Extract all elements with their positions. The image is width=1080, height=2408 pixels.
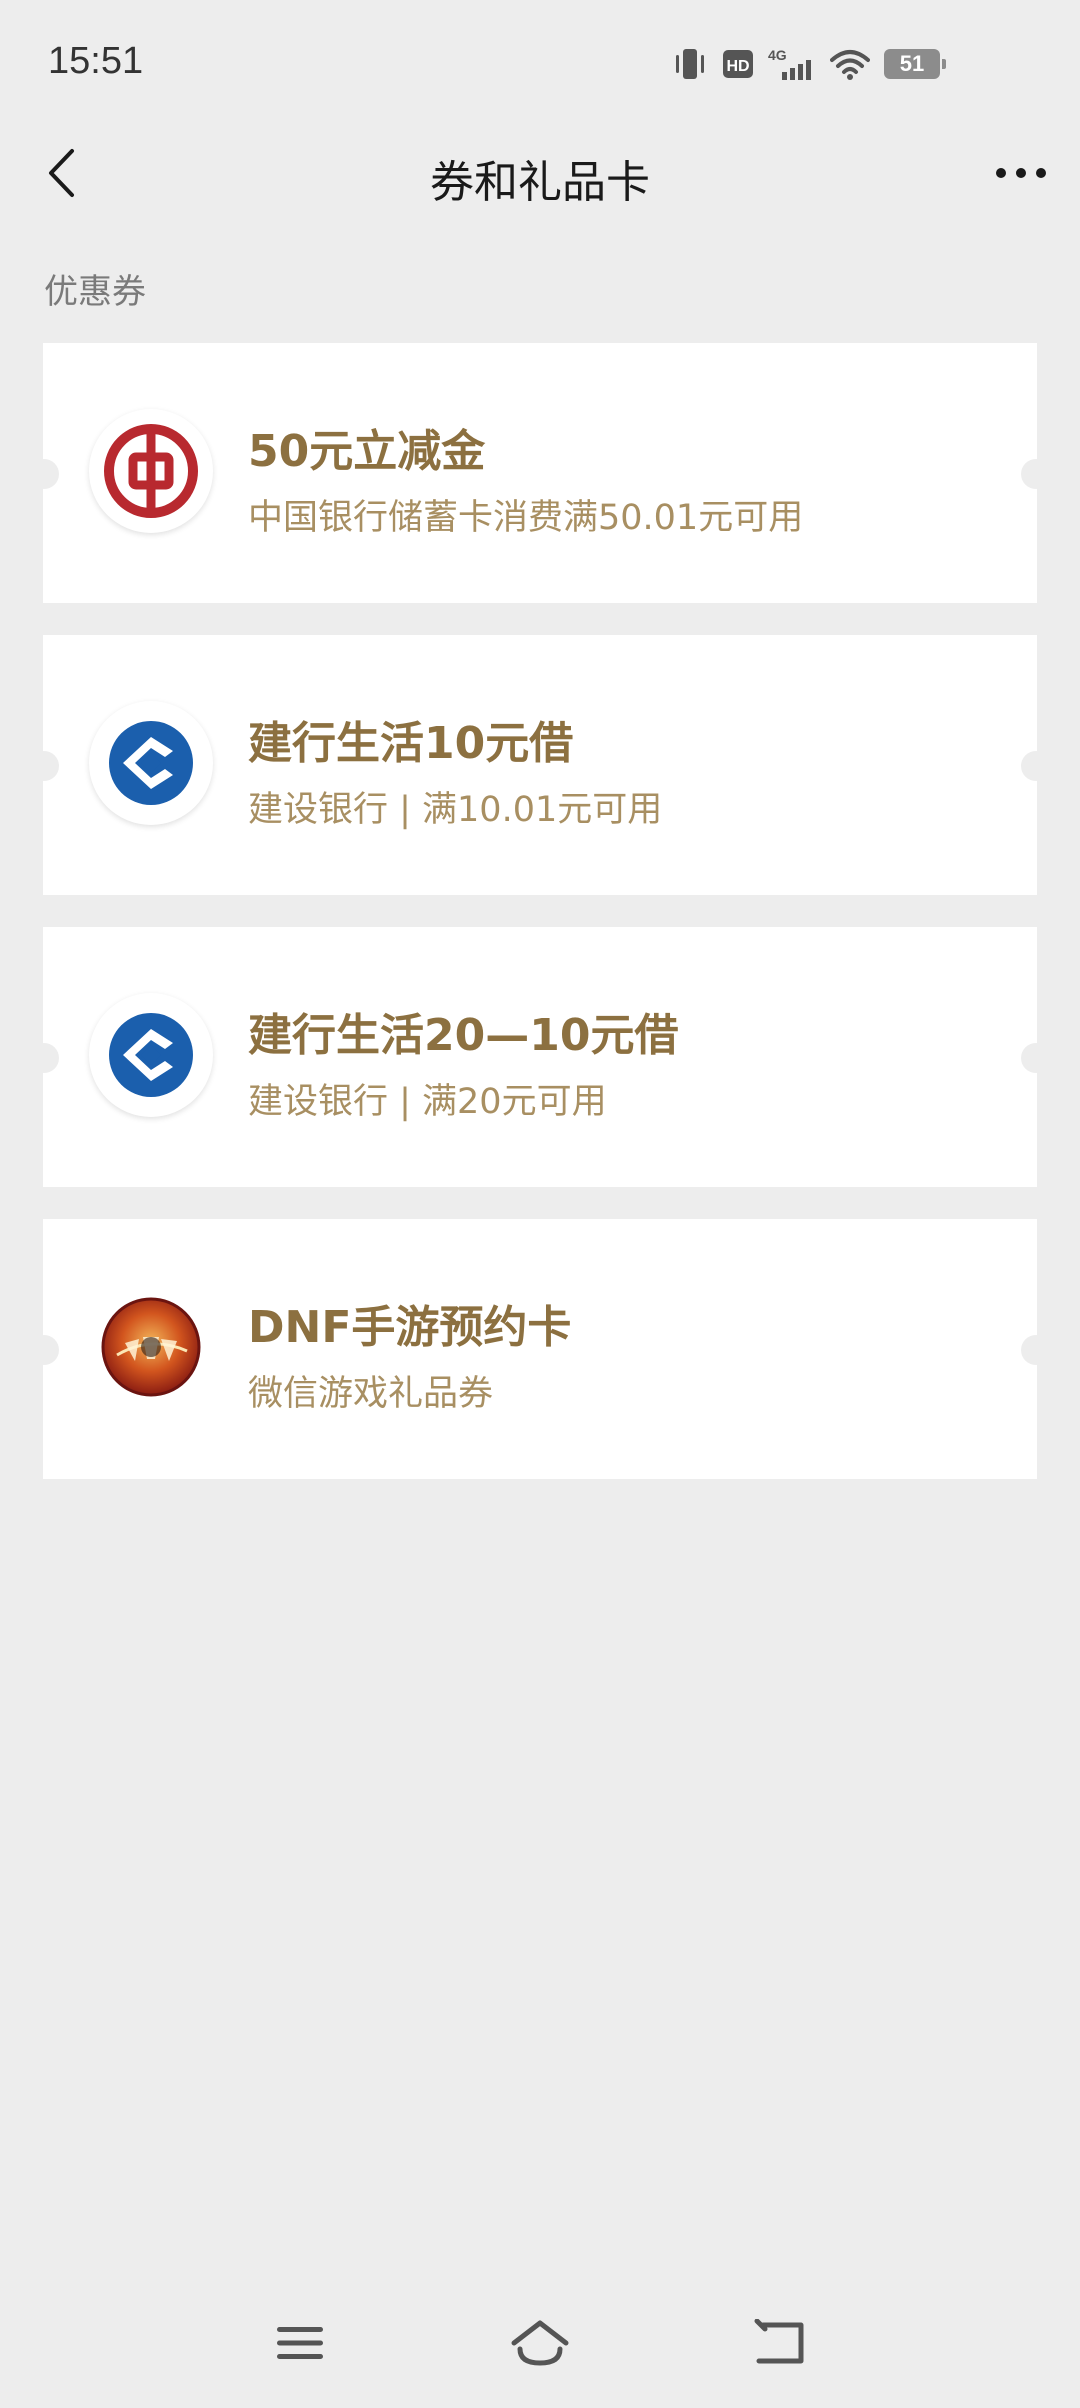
card-notch bbox=[29, 1043, 59, 1073]
ccb-logo-icon bbox=[89, 993, 213, 1117]
card-notch bbox=[29, 459, 59, 489]
card-notch bbox=[1021, 751, 1051, 781]
system-nav bbox=[0, 2278, 1080, 2408]
card-notch bbox=[1021, 1335, 1051, 1365]
more-horizontal-icon bbox=[996, 168, 1046, 178]
hd-icon: HD bbox=[722, 49, 754, 79]
coupon-card[interactable]: 50元立减金 中国银行储蓄卡消费满50.01元可用 bbox=[29, 343, 1051, 603]
coupon-card[interactable]: 建行生活20—10元借 建设银行 | 满20元可用 bbox=[29, 927, 1051, 1187]
svg-text:HD: HD bbox=[726, 58, 749, 75]
more-button[interactable] bbox=[988, 148, 1054, 198]
coupon-title: 建行生活20—10元借 bbox=[248, 1010, 679, 1061]
system-back-button[interactable] bbox=[745, 2308, 815, 2378]
signal-4g-icon: 4G bbox=[768, 46, 816, 82]
status-bar: 15:51 HD 4G 51 bbox=[0, 0, 1080, 130]
ccb-logo-icon bbox=[89, 701, 213, 825]
card-notch bbox=[1021, 459, 1051, 489]
menu-icon bbox=[277, 2327, 323, 2359]
section-label: 优惠券 bbox=[44, 272, 146, 312]
coupon-list: 50元立减金 中国银行储蓄卡消费满50.01元可用 建行生活10元借 建设银行 … bbox=[29, 343, 1051, 1511]
home-button[interactable] bbox=[505, 2308, 575, 2378]
card-notch bbox=[1021, 1043, 1051, 1073]
coupon-title: 50元立减金 bbox=[248, 426, 486, 477]
coupon-title: 建行生活10元借 bbox=[248, 718, 574, 769]
dnf-logo-icon bbox=[89, 1285, 213, 1409]
back-icon bbox=[754, 2319, 804, 2364]
wifi-icon bbox=[830, 48, 870, 80]
coupon-subtitle: 建设银行 | 满10.01元可用 bbox=[248, 790, 663, 830]
battery-icon: 51 bbox=[884, 49, 946, 79]
coupon-subtitle: 中国银行储蓄卡消费满50.01元可用 bbox=[248, 498, 804, 538]
page-title: 券和礼品卡 bbox=[430, 157, 650, 208]
nav-bar: 券和礼品卡 bbox=[0, 130, 1080, 216]
boc-logo-icon bbox=[89, 409, 213, 533]
card-notch bbox=[29, 751, 59, 781]
home-icon bbox=[511, 2320, 569, 2366]
coupon-subtitle: 建设银行 | 满20元可用 bbox=[248, 1082, 607, 1122]
coupon-card[interactable]: DNF手游预约卡 微信游戏礼品券 bbox=[29, 1219, 1051, 1479]
svg-text:4G: 4G bbox=[768, 47, 787, 63]
menu-button[interactable] bbox=[265, 2308, 335, 2378]
coupon-card[interactable]: 建行生活10元借 建设银行 | 满10.01元可用 bbox=[29, 635, 1051, 895]
coupon-title: DNF手游预约卡 bbox=[248, 1302, 572, 1353]
status-icons: HD 4G 51 bbox=[672, 44, 946, 84]
vibrate-icon bbox=[672, 47, 708, 81]
status-time: 15:51 bbox=[48, 40, 144, 82]
card-notch bbox=[29, 1335, 59, 1365]
coupon-subtitle: 微信游戏礼品券 bbox=[248, 1374, 494, 1414]
